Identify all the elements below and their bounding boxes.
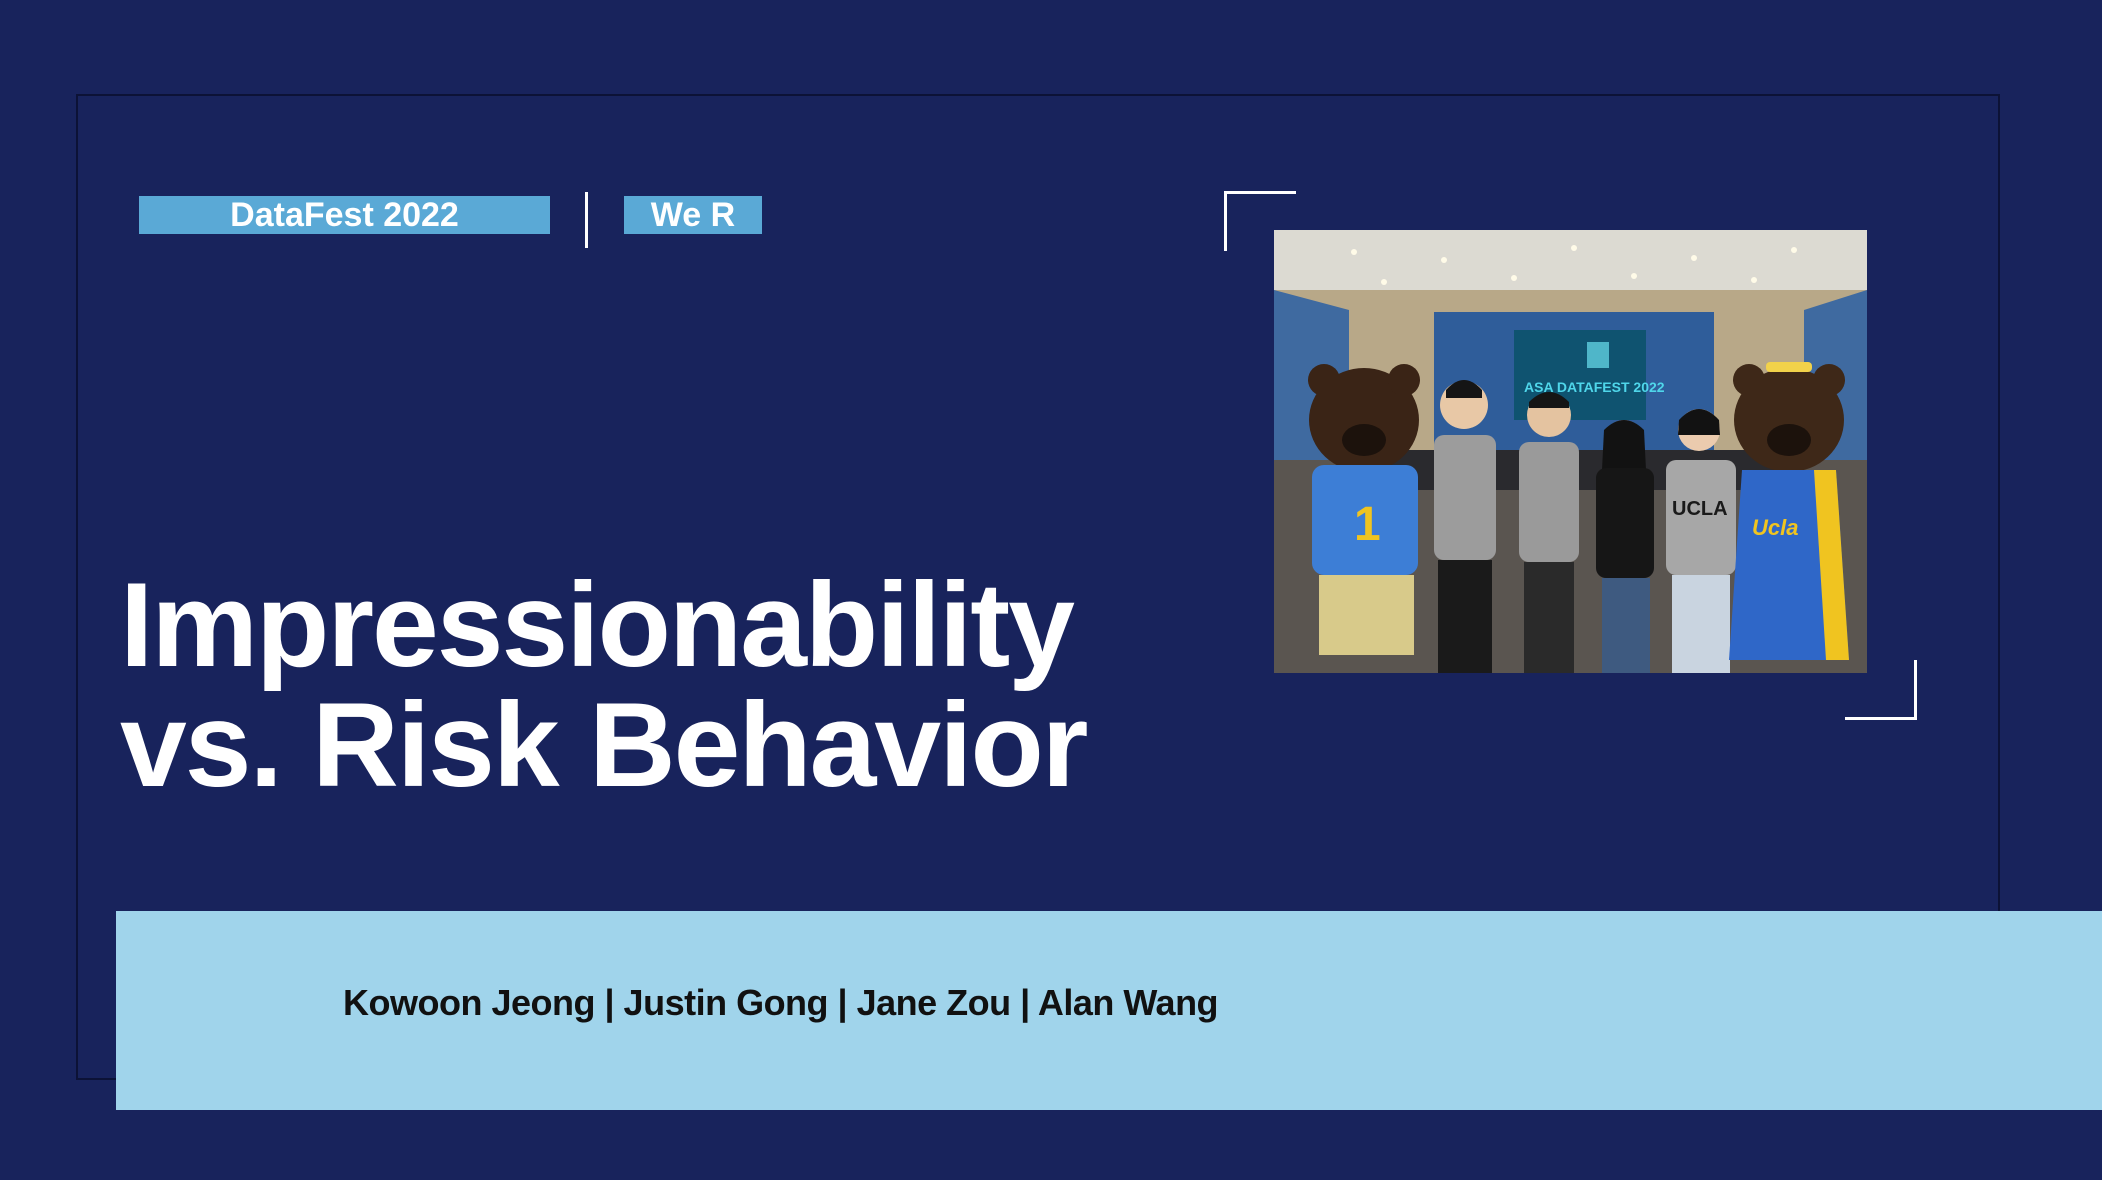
event-tag: DataFest 2022 (139, 196, 550, 234)
photo-corner-top-left (1224, 191, 1296, 194)
photo-corner-bottom-right-vertical (1914, 660, 1917, 720)
authors-line: Kowoon Jeong | Justin Gong | Jane Zou | … (343, 982, 1219, 1023)
title-line-1: Impressionability (120, 558, 1075, 692)
team-photo: ASA DATAFEST 2022 1 UCLA Ucla (1274, 230, 1867, 673)
photo-corner-top-left-vertical (1224, 191, 1227, 251)
team-tag: We R (624, 196, 762, 234)
photo-jersey-number: 1 (1354, 498, 1381, 551)
photo-dress-text: Ucla (1752, 515, 1798, 540)
team-photo-illustration: ASA DATAFEST 2022 1 UCLA Ucla (1274, 230, 1867, 673)
title-line-2: vs. Risk Behavior (120, 678, 1088, 812)
photo-corner-bottom-right (1845, 717, 1917, 720)
slide-title: Impressionability vs. Risk Behavior (120, 558, 1088, 812)
tag-divider (585, 192, 588, 248)
photo-hoodie-text: UCLA (1672, 498, 1728, 520)
